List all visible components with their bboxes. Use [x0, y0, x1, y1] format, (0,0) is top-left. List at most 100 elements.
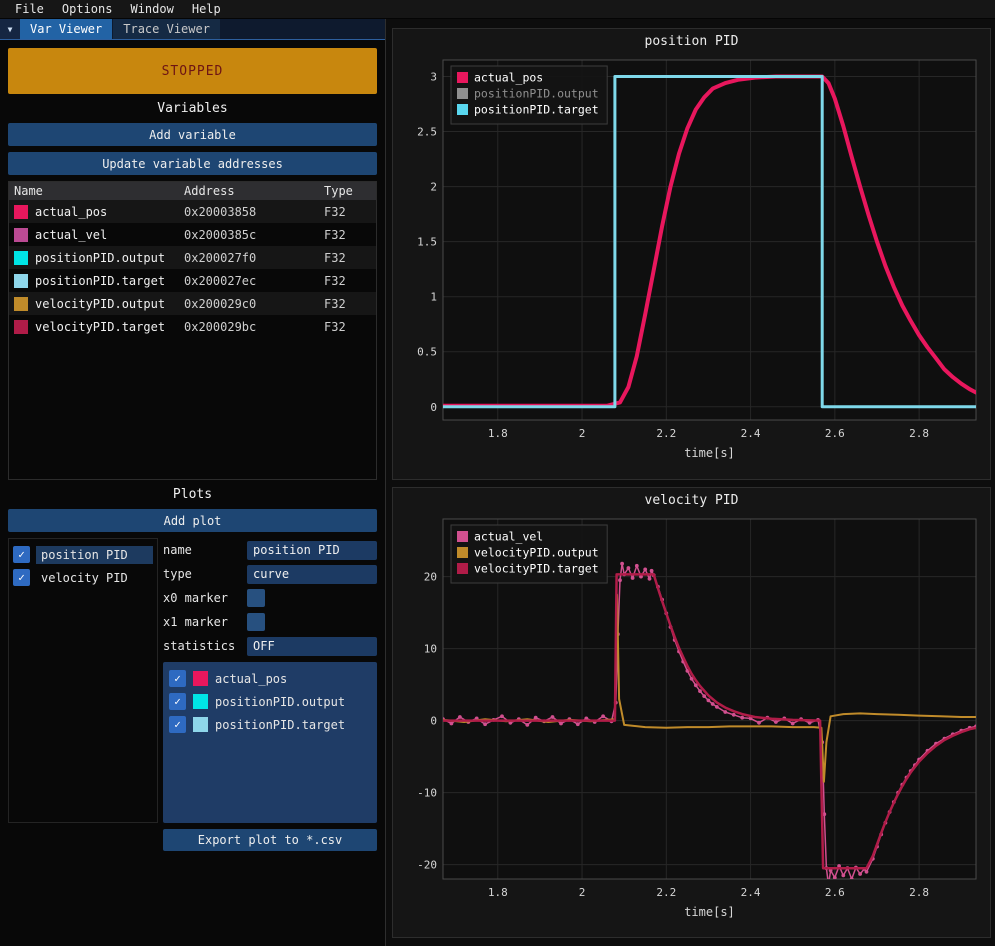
x1-marker-label: x1 marker	[163, 615, 247, 629]
plot-settings-form: name position PID type curve x0 marker x…	[163, 538, 377, 823]
svg-text:2.8: 2.8	[909, 886, 929, 899]
variable-address: 0x200027f0	[179, 251, 319, 265]
variable-address: 0x200029bc	[179, 320, 319, 334]
variable-color-swatch[interactable]	[14, 251, 28, 265]
plot-series-panel: ✓ actual_pos ✓ positionPID.output ✓	[163, 662, 377, 823]
check-icon: ✓	[18, 571, 25, 584]
x0-marker-checkbox[interactable]	[247, 589, 265, 607]
variable-color-swatch[interactable]	[14, 297, 28, 311]
variable-type: F32	[319, 297, 376, 311]
series-visible-checkbox[interactable]: ✓	[169, 693, 186, 710]
x0-marker-label: x0 marker	[163, 591, 247, 605]
column-header-address[interactable]: Address	[179, 184, 319, 198]
table-row[interactable]: positionPID.output 0x200027f0 F32	[9, 246, 376, 269]
variable-type: F32	[319, 205, 376, 219]
series-item[interactable]: ✓ positionPID.target	[169, 713, 371, 736]
table-row[interactable]: actual_vel 0x2000385c F32	[9, 223, 376, 246]
variables-section-title: Variables	[8, 101, 377, 116]
column-header-name[interactable]: Name	[9, 184, 179, 198]
series-item[interactable]: ✓ positionPID.output	[169, 690, 371, 713]
series-color-swatch[interactable]	[193, 694, 208, 709]
svg-text:actual_pos: actual_pos	[474, 71, 543, 85]
svg-text:2.5: 2.5	[417, 126, 437, 139]
plot-visible-checkbox[interactable]: ✓	[13, 546, 30, 563]
svg-text:2.6: 2.6	[825, 886, 845, 899]
velocity-pid-chart[interactable]: 1.822.22.42.62.8-20-1001020time[s]actual…	[399, 511, 984, 926]
menu-item-window[interactable]: Window	[121, 1, 182, 17]
variables-table: Name Address Type actual_pos 0x20003858 …	[8, 181, 377, 480]
chart-card-position-pid: position PID 1.822.22.42.62.800.511.522.…	[392, 28, 991, 480]
x1-marker-checkbox[interactable]	[247, 613, 265, 631]
plot-name-input[interactable]: position PID	[247, 541, 377, 560]
chevron-down-icon: ▼	[8, 25, 13, 34]
svg-text:positionPID.target: positionPID.target	[474, 103, 599, 117]
table-row[interactable]: actual_pos 0x20003858 F32	[9, 200, 376, 223]
plot-list-item-label[interactable]: velocity PID	[36, 569, 153, 587]
svg-text:2: 2	[430, 181, 437, 194]
variable-color-swatch[interactable]	[14, 205, 28, 219]
table-row[interactable]: velocityPID.target 0x200029bc F32	[9, 315, 376, 338]
variable-name: positionPID.output	[35, 251, 165, 265]
plot-list-item[interactable]: ✓ position PID	[13, 543, 153, 566]
svg-text:2.4: 2.4	[741, 886, 761, 899]
variable-color-swatch[interactable]	[14, 228, 28, 242]
svg-text:1.8: 1.8	[488, 886, 508, 899]
export-csv-button[interactable]: Export plot to *.csv	[163, 829, 377, 851]
plot-visible-checkbox[interactable]: ✓	[13, 569, 30, 586]
acquisition-status-button[interactable]: STOPPED	[8, 48, 377, 94]
variable-type: F32	[319, 320, 376, 334]
menu-item-options[interactable]: Options	[53, 1, 122, 17]
position-pid-chart[interactable]: 1.822.22.42.62.800.511.522.53time[s]actu…	[399, 52, 984, 467]
plots-config-area: ✓ position PID ✓ velocity PID name posit…	[8, 538, 377, 823]
variable-type: F32	[319, 274, 376, 288]
series-item[interactable]: ✓ actual_pos	[169, 667, 371, 690]
variable-address: 0x200029c0	[179, 297, 319, 311]
menu-item-help[interactable]: Help	[183, 1, 230, 17]
plot-list-item-label[interactable]: position PID	[36, 546, 153, 564]
statistics-toggle[interactable]: OFF	[247, 637, 377, 656]
svg-text:10: 10	[424, 642, 437, 655]
variable-address: 0x2000385c	[179, 228, 319, 242]
table-row[interactable]: positionPID.target 0x200027ec F32	[9, 269, 376, 292]
chart-title-velocity-pid: velocity PID	[399, 493, 984, 511]
plot-type-select[interactable]: curve	[247, 565, 377, 584]
series-visible-checkbox[interactable]: ✓	[169, 716, 186, 733]
svg-text:time[s]: time[s]	[684, 905, 735, 919]
name-field-label: name	[163, 543, 247, 557]
series-color-swatch[interactable]	[193, 717, 208, 732]
var-viewer-panel: ▼ Var Viewer Trace Viewer STOPPED Variab…	[0, 19, 386, 946]
series-visible-checkbox[interactable]: ✓	[169, 670, 186, 687]
series-label: positionPID.output	[215, 695, 345, 709]
menu-item-file[interactable]: File	[6, 1, 53, 17]
add-plot-button[interactable]: Add plot	[8, 509, 377, 532]
plot-list-item[interactable]: ✓ velocity PID	[13, 566, 153, 589]
tab-var-viewer[interactable]: Var Viewer	[20, 19, 112, 39]
tab-bar: ▼ Var Viewer Trace Viewer	[0, 19, 385, 40]
add-variable-button[interactable]: Add variable	[8, 123, 377, 146]
variables-table-header: Name Address Type	[9, 182, 376, 200]
svg-text:2: 2	[579, 427, 586, 440]
tab-trace-viewer[interactable]: Trace Viewer	[113, 19, 220, 39]
svg-text:1.5: 1.5	[417, 236, 437, 249]
column-header-type[interactable]: Type	[319, 184, 376, 198]
menu-bar: File Options Window Help	[0, 0, 995, 19]
tab-list-button[interactable]: ▼	[0, 19, 20, 39]
variable-address: 0x200027ec	[179, 274, 319, 288]
variable-type: F32	[319, 228, 376, 242]
variable-type: F32	[319, 251, 376, 265]
variable-color-swatch[interactable]	[14, 320, 28, 334]
variable-color-swatch[interactable]	[14, 274, 28, 288]
update-addresses-button[interactable]: Update variable addresses	[8, 152, 377, 175]
series-label: positionPID.target	[215, 718, 345, 732]
check-icon: ✓	[18, 548, 25, 561]
check-icon: ✓	[174, 718, 181, 731]
statistics-label: statistics	[163, 639, 247, 653]
svg-text:time[s]: time[s]	[684, 446, 735, 460]
svg-text:0: 0	[430, 714, 437, 727]
var-viewer-content: STOPPED Variables Add variable Update va…	[0, 40, 385, 946]
plots-panel: position PID 1.822.22.42.62.800.511.522.…	[386, 19, 995, 946]
variable-name: actual_vel	[35, 228, 107, 242]
svg-text:2.4: 2.4	[741, 427, 761, 440]
series-color-swatch[interactable]	[193, 671, 208, 686]
table-row[interactable]: velocityPID.output 0x200029c0 F32	[9, 292, 376, 315]
